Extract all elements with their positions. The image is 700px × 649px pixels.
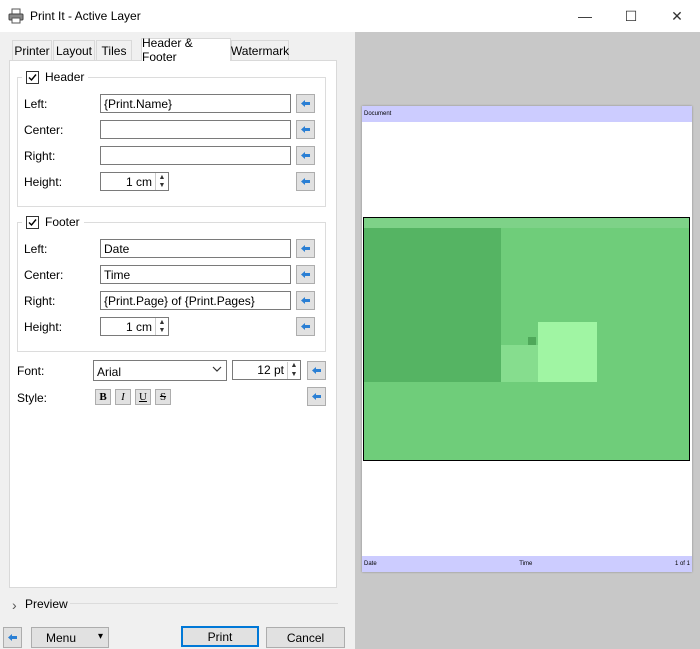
header-checkbox[interactable] <box>26 70 39 84</box>
page-footer-center: Time <box>519 561 533 567</box>
tab-tiles[interactable]: Tiles <box>96 40 132 60</box>
close-button[interactable]: ✕ <box>654 0 700 32</box>
menu-label: Menu <box>46 630 77 645</box>
arrow-left-icon <box>300 123 311 137</box>
font-family-value: Arial <box>97 365 122 379</box>
spin-down-icon[interactable]: ▼ <box>156 327 168 336</box>
footer-left-label: Left: <box>24 242 48 256</box>
page-header-text: Document <box>364 111 392 117</box>
header-legend: Header <box>22 70 89 84</box>
footer-height-insert-button[interactable] <box>296 317 315 336</box>
spin-down-icon[interactable]: ▼ <box>288 370 300 379</box>
chevron-down-icon <box>212 363 222 378</box>
image-top-strip <box>364 218 689 228</box>
font-family-select[interactable]: Arial <box>93 360 227 381</box>
back-button[interactable] <box>3 627 22 648</box>
footer-left-input[interactable]: Date <box>100 239 291 258</box>
spin-up-icon[interactable]: ▲ <box>156 173 168 182</box>
bold-button[interactable]: B <box>95 389 111 405</box>
cancel-button[interactable]: Cancel <box>266 627 345 648</box>
image-dark-block <box>364 228 501 382</box>
tab-header-footer[interactable]: Header & Footer <box>141 36 231 64</box>
page-header-band: Document <box>362 106 692 122</box>
page-preview: Document Date Time 1 of 1 <box>362 106 692 572</box>
footer-legend-label: Footer <box>45 215 80 229</box>
header-center-label: Center: <box>24 123 64 137</box>
footer-right-input[interactable]: {Print.Page} of {Print.Pages} <box>100 291 291 310</box>
header-center-insert-button[interactable] <box>296 120 315 139</box>
footer-height-stepper[interactable]: 1 cm ▲ ▼ <box>100 317 169 336</box>
menu-button[interactable]: Menu ▾ <box>31 627 109 648</box>
header-center-input[interactable] <box>100 120 291 139</box>
font-label: Font: <box>17 364 45 378</box>
header-height-value: 1 cm <box>125 174 152 189</box>
dropdown-arrow-icon: ▾ <box>97 631 103 642</box>
footer-height-label: Height: <box>24 320 63 334</box>
layer-image <box>363 217 690 461</box>
arrow-left-icon <box>311 364 322 378</box>
tab-printer[interactable]: Printer <box>12 40 52 60</box>
header-left-label: Left: <box>24 97 48 111</box>
tab-watermark[interactable]: Watermark <box>231 40 289 60</box>
image-speck <box>528 337 536 345</box>
maximize-button[interactable]: ☐ <box>608 0 654 32</box>
footer-center-input[interactable]: Time <box>100 265 291 284</box>
footer-center-insert-button[interactable] <box>296 265 315 284</box>
header-right-input[interactable] <box>100 146 291 165</box>
arrow-left-icon <box>300 294 311 308</box>
font-size-value: 12 pt <box>257 363 284 377</box>
image-light-block <box>538 322 597 382</box>
arrow-left-icon <box>7 631 18 645</box>
header-height-stepper[interactable]: 1 cm ▲ ▼ <box>100 172 169 191</box>
image-small-block <box>501 345 538 382</box>
minimize-button[interactable]: — <box>562 0 608 32</box>
arrow-left-icon <box>300 268 311 282</box>
header-right-insert-button[interactable] <box>296 146 315 165</box>
arrow-left-icon <box>311 390 322 404</box>
spin-up-icon[interactable]: ▲ <box>288 362 300 371</box>
header-legend-label: Header <box>45 70 85 84</box>
preview-divider <box>70 603 338 604</box>
footer-left-insert-button[interactable] <box>296 239 315 258</box>
footer-checkbox[interactable] <box>26 215 39 229</box>
footer-center-label: Center: <box>24 268 64 282</box>
footer-legend: Footer <box>22 215 84 229</box>
font-size-stepper[interactable]: 12 pt ▲ ▼ <box>232 360 301 380</box>
header-height-label: Height: <box>24 175 63 189</box>
footer-right-label: Right: <box>24 294 56 308</box>
header-right-label: Right: <box>24 149 56 163</box>
printer-icon <box>8 8 24 24</box>
italic-button[interactable]: I <box>115 389 131 405</box>
page-footer-band: Date Time 1 of 1 <box>362 556 692 572</box>
arrow-left-icon <box>300 149 311 163</box>
header-height-insert-button[interactable] <box>296 172 315 191</box>
footer-height-value: 1 cm <box>125 319 152 334</box>
underline-button[interactable]: U <box>135 389 151 405</box>
print-button[interactable]: Print <box>181 626 259 647</box>
page-footer-left: Date <box>364 561 377 567</box>
arrow-left-icon <box>300 242 311 256</box>
font-insert-button[interactable] <box>307 361 326 380</box>
arrow-left-icon <box>300 97 311 111</box>
spin-up-icon[interactable]: ▲ <box>156 318 168 327</box>
arrow-left-icon <box>300 320 311 334</box>
header-left-input[interactable]: {Print.Name} <box>100 94 291 113</box>
tab-layout[interactable]: Layout <box>53 40 95 60</box>
strikethrough-button[interactable]: S <box>155 389 171 405</box>
page-footer-right: 1 of 1 <box>674 561 690 567</box>
preview-toggle-label[interactable]: Preview <box>25 597 68 611</box>
window-title: Print It - Active Layer <box>30 9 141 23</box>
arrow-left-icon <box>300 175 311 189</box>
spin-down-icon[interactable]: ▼ <box>156 182 168 191</box>
style-insert-button[interactable] <box>307 387 326 406</box>
chevron-right-icon[interactable]: › <box>12 597 17 613</box>
footer-right-insert-button[interactable] <box>296 291 315 310</box>
header-left-insert-button[interactable] <box>296 94 315 113</box>
style-label: Style: <box>17 391 48 405</box>
